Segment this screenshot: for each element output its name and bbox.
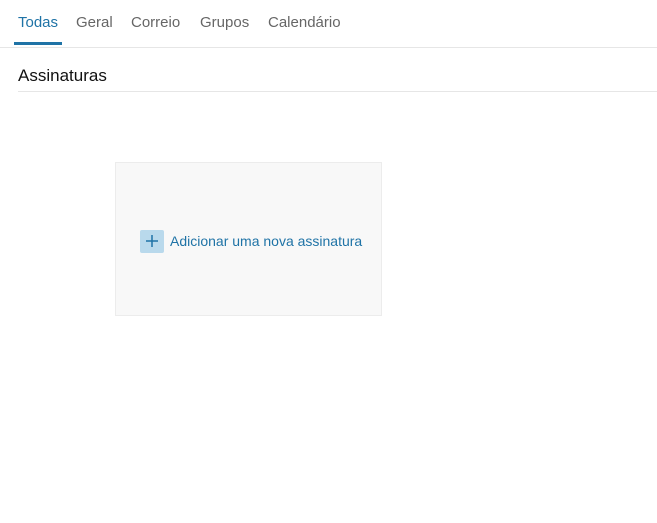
tab-geral[interactable]: Geral (76, 0, 113, 47)
section-title: Assinaturas (18, 64, 657, 92)
tab-grupos[interactable]: Grupos (200, 0, 249, 47)
plus-icon-glyph (146, 235, 158, 247)
add-signature-card[interactable]: Adicionar uma nova assinatura (115, 162, 382, 316)
tab-correio[interactable]: Correio (131, 0, 180, 47)
tab-bar: Todas Geral Correio Grupos Calendário (0, 0, 657, 48)
add-signature-link[interactable]: Adicionar uma nova assinatura (170, 231, 362, 251)
tab-calendario[interactable]: Calendário (268, 0, 341, 47)
tab-todas[interactable]: Todas (13, 0, 63, 47)
plus-icon[interactable] (140, 230, 164, 253)
